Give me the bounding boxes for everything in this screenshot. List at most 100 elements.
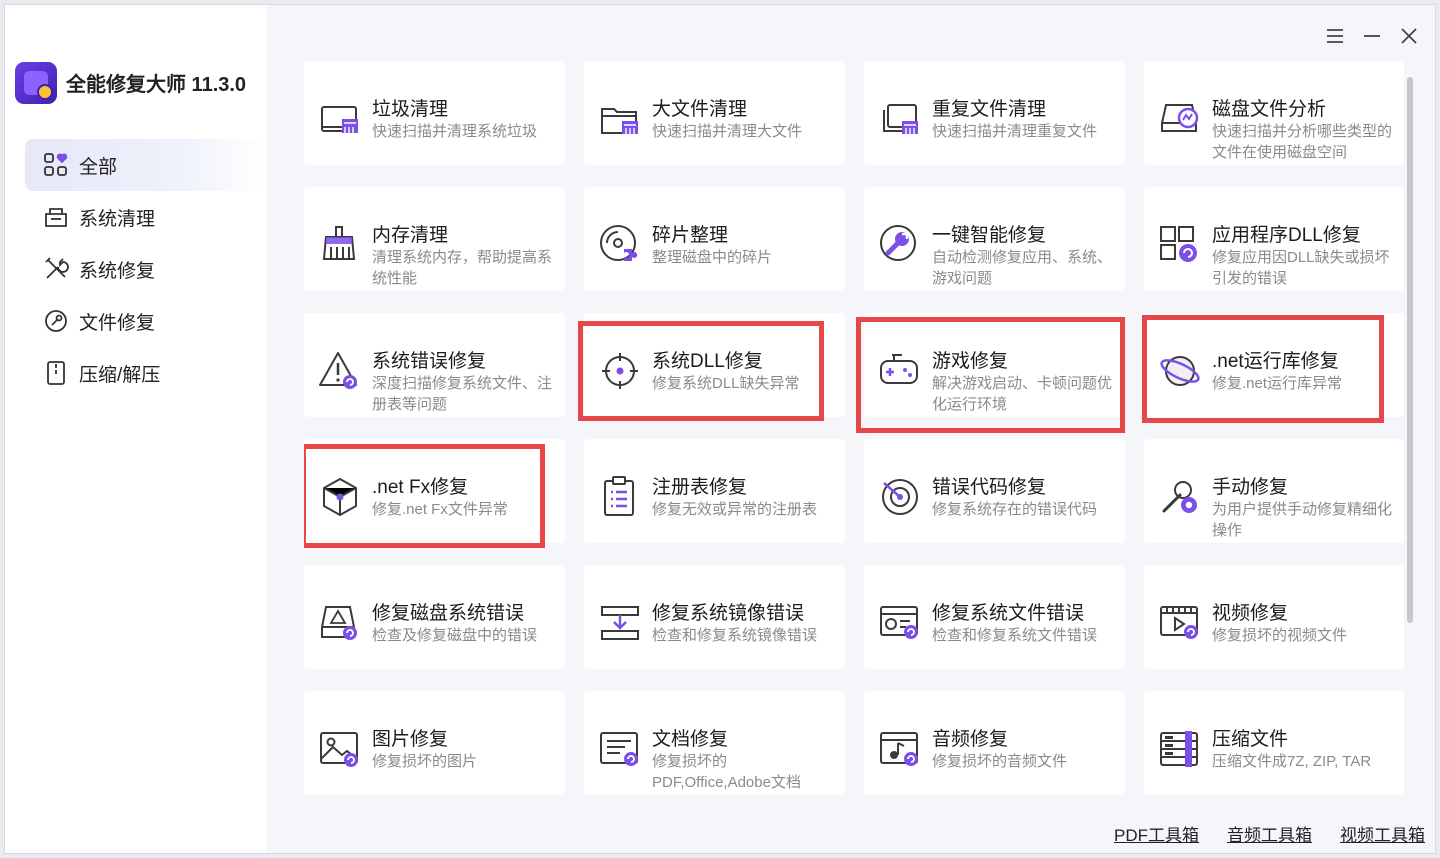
- tool-card-desc: 检查和修复系统文件错误: [932, 627, 1098, 644]
- cleanup-tray-icon: [45, 208, 67, 227]
- audio-toolbox-link[interactable]: 音频工具箱: [1227, 821, 1312, 846]
- tool-card-desc: 整理磁盘中的碎片: [652, 249, 773, 266]
- wrench-circle-icon: [880, 225, 916, 261]
- tool-card-desc: 深度扫描修复系统文件、注册表等问题: [372, 375, 553, 413]
- broom-icon: [322, 226, 356, 260]
- clipboard-list-icon: [604, 476, 634, 516]
- tools-cross-icon: [45, 257, 69, 279]
- tool-card-title: .net运行库修复: [1212, 351, 1339, 372]
- tool-card-desc: 检查和修复系统镜像错误: [652, 627, 818, 644]
- tool-card-desc: 压缩文件成7Z, ZIP, TAR: [1212, 753, 1372, 770]
- tool-card[interactable]: 一键智能修复自动检测修复应用、系统、游戏问题: [864, 187, 1125, 291]
- menu-icon: [1327, 29, 1343, 43]
- tool-card-title: 修复系统文件错误: [932, 603, 1085, 624]
- tool-card[interactable]: 系统DLL修复修复系统DLL缺失异常: [584, 313, 845, 417]
- tool-card-desc: 快速扫描并清理重复文件: [932, 123, 1098, 140]
- tool-card[interactable]: 垃圾清理 快速扫描并清理系统垃圾: [304, 61, 565, 165]
- video-toolbox-link[interactable]: 视频工具箱: [1340, 821, 1425, 846]
- tool-card-desc: 为用户提供手动修复精细化操作: [1212, 501, 1393, 539]
- tool-card-desc: 快速扫描并清理大文件: [652, 123, 803, 140]
- tool-card-title: 修复系统镜像错误: [652, 603, 805, 624]
- tool-card[interactable]: 手动修复为用户提供手动修复精细化操作: [1144, 439, 1404, 543]
- sidebar-item-system-repair[interactable]: 系统修复: [25, 243, 267, 295]
- tool-card[interactable]: 视频修复 修复损坏的视频文件: [1144, 565, 1404, 669]
- tool-card-desc: 修复应用因DLL缺失或损坏引发的错误: [1212, 249, 1390, 287]
- tool-card-desc: 修复损坏的音频文件: [932, 753, 1068, 770]
- disk-warning-icon: [321, 606, 357, 640]
- sidebar-item-all[interactable]: 全部: [25, 139, 267, 191]
- sidebar-item-label: 系统清理: [79, 208, 156, 230]
- disk-analysis-icon: [1161, 104, 1199, 132]
- tool-card-desc: 检查及修复磁盘中的错误: [372, 627, 538, 644]
- tool-card[interactable]: 压缩文件压缩文件成7Z, ZIP, TAR: [1144, 691, 1404, 795]
- tool-card-title: 音频修复: [932, 729, 1009, 750]
- tool-card[interactable]: 文档修复 修复损坏的PDF,Office,Adobe文档: [584, 691, 845, 795]
- tool-card[interactable]: 游戏修复解决游戏启动、卡顿问题优化运行环境: [864, 313, 1125, 417]
- tool-card[interactable]: 重复文件清理快速扫描并清理重复文件: [864, 61, 1125, 165]
- tool-card-title: 碎片整理: [652, 225, 729, 246]
- tool-card[interactable]: 修复磁盘系统错误 检查及修复磁盘中的错误: [304, 565, 565, 669]
- tool-card-title: 注册表修复: [652, 477, 748, 498]
- app-window: 全能修复大师 11.3.0 全部 系统清理 系统修复 文件修复 压缩/解压 垃圾…: [4, 4, 1436, 854]
- tool-card-title: 游戏修复: [932, 351, 1009, 372]
- tool-card[interactable]: 系统错误修复深度扫描修复系统文件、注册表等问题: [304, 313, 565, 417]
- tool-card-title: .net Fx修复: [372, 477, 469, 498]
- sidebar-item-label: 全部: [79, 156, 118, 178]
- sidebar-item-file-repair[interactable]: 文件修复: [25, 295, 267, 347]
- app-grid-icon: [1160, 226, 1197, 262]
- tool-card-desc: 自动检测修复应用、系统、游戏问题: [932, 249, 1113, 287]
- menu-button[interactable]: [1322, 23, 1348, 49]
- tool-card-desc: 修复.net Fx文件异常: [372, 501, 508, 518]
- sidebar-item-label: 文件修复: [79, 312, 156, 334]
- tool-card[interactable]: 图片修复 修复损坏的图片: [304, 691, 565, 795]
- tool-card-grid: 垃圾清理 快速扫描并清理系统垃圾 大文件清理 快速扫描并清理大文件 重复文件清理 快速扫描…: [304, 61, 1404, 801]
- tool-card-desc: 修复系统DLL缺失异常: [652, 375, 800, 392]
- archive-icon: [47, 361, 65, 385]
- tool-card[interactable]: 大文件清理 快速扫描并清理大文件: [584, 61, 845, 165]
- app-title: 全能修复大师 11.3.0: [66, 74, 247, 96]
- archive-box-icon: [1160, 731, 1198, 767]
- disc-puzzle-icon: [600, 225, 638, 261]
- vertical-scrollbar[interactable]: [1407, 77, 1413, 623]
- close-button[interactable]: [1396, 23, 1422, 49]
- tool-card[interactable]: 注册表修复 修复无效或异常的注册表: [584, 439, 845, 543]
- tool-card[interactable]: 应用程序DLL修复修复应用因DLL缺失或损坏引发的错误: [1144, 187, 1404, 291]
- sidebar-item-label: 压缩/解压: [79, 364, 161, 386]
- sidebar: 全能修复大师 11.3.0 全部 系统清理 系统修复 文件修复 压缩/解压: [5, 5, 267, 853]
- app-logo-icon: [15, 62, 57, 104]
- video-icon: [1160, 606, 1198, 639]
- tool-card-title: 系统DLL修复: [652, 351, 763, 372]
- tool-card-title: 系统错误修复: [372, 351, 487, 372]
- tool-card[interactable]: 音频修复修复损坏的音频文件: [864, 691, 1125, 795]
- tool-card[interactable]: 修复系统文件错误检查和修复系统文件错误: [864, 565, 1125, 669]
- tool-card-title: 应用程序DLL修复: [1212, 225, 1361, 246]
- tool-card-title: 压缩文件: [1212, 729, 1289, 750]
- tool-card[interactable]: 修复系统镜像错误检查和修复系统镜像错误: [584, 565, 845, 669]
- tool-card-title: 视频修复: [1212, 603, 1289, 624]
- target-icon: [602, 353, 638, 389]
- sidebar-item-compress[interactable]: 压缩/解压: [25, 347, 267, 399]
- cube-icon: [323, 478, 357, 516]
- tool-card[interactable]: 内存清理 清理系统内存，帮助提高系统性能: [304, 187, 565, 291]
- duplicate-clean-icon: [883, 104, 918, 134]
- tool-card[interactable]: 磁盘文件分析 快速扫描并分析哪些类型的文件在使用磁盘空间: [1144, 61, 1404, 165]
- tool-card[interactable]: .net Fx修复修复.net Fx文件异常: [304, 439, 565, 543]
- tool-card[interactable]: 错误代码修复 修复系统存在的错误代码: [864, 439, 1125, 543]
- tool-card-title: 手动修复: [1212, 477, 1289, 498]
- tool-card-title: 重复文件清理: [932, 99, 1047, 120]
- system-file-icon: [880, 606, 918, 639]
- document-icon: [600, 732, 638, 766]
- tool-card-title: 一键智能修复: [932, 225, 1047, 246]
- tool-card-desc: 修复系统存在的错误代码: [932, 501, 1098, 518]
- tool-card[interactable]: 碎片整理整理磁盘中的碎片: [584, 187, 845, 291]
- tool-card[interactable]: .net运行库修复修复.net运行库异常: [1144, 313, 1404, 417]
- sidebar-item-system-clean[interactable]: 系统清理: [25, 191, 267, 243]
- tool-card-desc: 解决游戏启动、卡顿问题优化运行环境: [932, 375, 1113, 413]
- toolbox-links: PDF工具箱 音频工具箱 视频工具箱: [1114, 821, 1425, 846]
- pdf-toolbox-link[interactable]: PDF工具箱: [1114, 821, 1199, 846]
- tool-card-desc: 修复.net运行库异常: [1212, 375, 1343, 392]
- tool-card-title: 文档修复: [652, 729, 729, 750]
- trash-clean-icon: [321, 106, 358, 133]
- gauge-icon: [882, 479, 918, 515]
- minimize-button[interactable]: [1359, 23, 1385, 49]
